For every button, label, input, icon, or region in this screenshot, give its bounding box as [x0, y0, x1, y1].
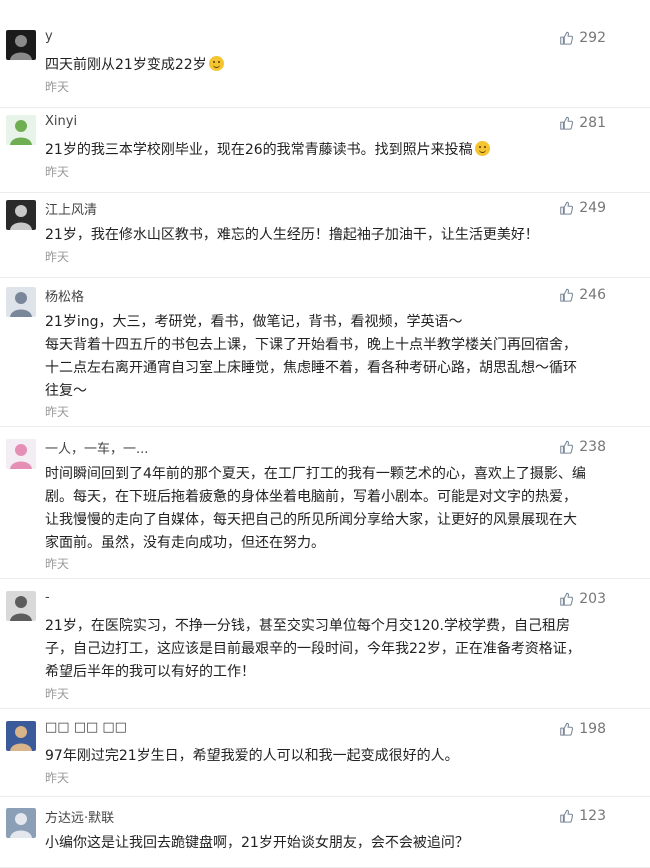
comment-line: 让我慢慢的走向了自媒体，每天把自己的所见所闻分享给大家，让更好的风景展现在大 — [45, 509, 605, 532]
avatar[interactable] — [6, 287, 36, 317]
comment-text: 21岁ing，大三，考研党，看书，做笔记，背书，看视频，学英语～ 每天背着十四五斤… — [45, 311, 605, 403]
avatar[interactable] — [6, 439, 36, 469]
like-button[interactable]: 292 — [559, 30, 606, 46]
username-link[interactable]: 江上风清 — [45, 199, 97, 218]
username-link[interactable]: Xinyi — [45, 114, 77, 129]
thumbs-up-icon — [559, 592, 574, 606]
comment-line-text: 21岁，在医院实习，不挣一分钱，甚至交实习单位每个月交120.学校学费，自己租房 — [45, 618, 570, 634]
comment-line-text: 时间瞬间回到了4年前的那个夏天，在工厂打工的我有一颗艺术的心，喜欢上了摄影、编 — [45, 466, 586, 482]
comment-line: 往复～ — [45, 380, 605, 403]
comment-text: 时间瞬间回到了4年前的那个夏天，在工厂打工的我有一颗艺术的心，喜欢上了摄影、编剧… — [45, 463, 605, 555]
username-link[interactable]: 方达远·默联 — [45, 807, 114, 826]
thumbs-up-icon — [559, 722, 574, 736]
thumbs-up-icon — [559, 116, 574, 130]
like-count: 246 — [579, 287, 606, 303]
comment-line-text: 家面前。虽然，没有走向成功，但还在努力。 — [45, 535, 325, 551]
avatar[interactable] — [6, 591, 36, 621]
avatar[interactable] — [6, 200, 36, 230]
comment-item: 一人，一车，一... 238 时间瞬间回到了4年前的那个夏天，在工厂打工的我有一颗艺… — [0, 439, 650, 579]
comment-line-text: 97年刚过完21岁生日，希望我爱的人可以和我一起变成很好的人。 — [45, 748, 459, 764]
comment-line-text: 每天背着十四五斤的书包去上课，下课了开始看书，晚上十点半教学楼关门再回宿舍， — [45, 337, 577, 353]
comment-item: 方达远·默联 123 小编你这是让我回去跪键盘啊，21岁开始谈女朋友，会不会被追问？ — [0, 808, 650, 868]
comment-line: 时间瞬间回到了4年前的那个夏天，在工厂打工的我有一颗艺术的心，喜欢上了摄影、编 — [45, 463, 605, 486]
comment-line-text: 21岁，我在修水山区教书，难忘的人生经历！撸起袖子加油干，让生活更美好！ — [45, 227, 539, 243]
comment-text: 97年刚过完21岁生日，希望我爱的人可以和我一起变成很好的人。 — [45, 745, 605, 768]
thumbs-up-icon — [559, 440, 574, 454]
comment-line-text: 让我慢慢的走向了自媒体，每天把自己的所见所闻分享给大家，让更好的风景展现在大 — [45, 512, 577, 528]
comment-line: 小编你这是让我回去跪键盘啊，21岁开始谈女朋友，会不会被追问？ — [45, 832, 605, 855]
like-count: 198 — [579, 721, 606, 737]
like-button[interactable]: 249 — [559, 200, 606, 216]
username-link[interactable]: 一人，一车，一... — [45, 438, 148, 457]
comment-line-text: 21岁ing，大三，考研党，看书，做笔记，背书，看视频，学英语～ — [45, 314, 463, 330]
thumbs-up-icon — [559, 809, 574, 823]
like-count: 281 — [579, 115, 606, 131]
like-button[interactable]: 246 — [559, 287, 606, 303]
like-button[interactable]: 238 — [559, 439, 606, 455]
username-link[interactable]: □□ □□ □□ — [45, 720, 127, 735]
like-button[interactable]: 198 — [559, 721, 606, 737]
smile-emoji-icon — [474, 141, 490, 156]
comment-text: 21岁的我三本学校刚毕业，现在26的我常青藤读书。找到照片来投稿 — [45, 139, 605, 162]
comment-item: Xinyi 281 21岁的我三本学校刚毕业，现在26的我常青藤读书。找到照片来投稿… — [0, 114, 650, 193]
comment-line-text: 21岁的我三本学校刚毕业，现在26的我常青藤读书。找到照片来投稿 — [45, 142, 473, 158]
comment-line: 十二点左右离开通宵自习室上床睡觉，焦虑睡不着，看各种考研心路，胡思乱想～循环 — [45, 357, 605, 380]
comment-line: 21岁，我在修水山区教书，难忘的人生经历！撸起袖子加油干，让生活更美好！ — [45, 224, 605, 247]
avatar[interactable] — [6, 30, 36, 60]
comment-time: 昨天 — [45, 405, 70, 419]
comment-line: 希望后半年的我可以有好的工作！ — [45, 661, 605, 684]
thumbs-up-icon — [559, 288, 574, 302]
comment-line: 21岁的我三本学校刚毕业，现在26的我常青藤读书。找到照片来投稿 — [45, 139, 605, 162]
comment-line: 21岁，在医院实习，不挣一分钱，甚至交实习单位每个月交120.学校学费，自己租房 — [45, 615, 605, 638]
comment-item: y 292 四天前刚从21岁变成22岁 昨天 — [0, 29, 650, 108]
comment-line-text: 子，自己边打工，这应该是目前最艰辛的一段时间，今年我22岁，正在准备考资格证， — [45, 641, 581, 657]
like-count: 292 — [579, 30, 606, 46]
comment-line: 子，自己边打工，这应该是目前最艰辛的一段时间，今年我22岁，正在准备考资格证， — [45, 638, 605, 661]
avatar[interactable] — [6, 115, 36, 145]
thumbs-up-icon — [559, 31, 574, 45]
comment-time: 昨天 — [45, 80, 70, 94]
comment-line-text: 剧。每天，在下班后拖着疲惫的身体坐着电脑前，写着小剧本。可能是对文字的热爱， — [45, 489, 577, 505]
comment-line-text: 四天前刚从21岁变成22岁 — [45, 57, 207, 73]
comment-line-text: 往复～ — [45, 383, 87, 399]
comment-text: 四天前刚从21岁变成22岁 — [45, 54, 605, 77]
comment-line-text: 十二点左右离开通宵自习室上床睡觉，焦虑睡不着，看各种考研心路，胡思乱想～循环 — [45, 360, 577, 376]
comment-text: 21岁，在医院实习，不挣一分钱，甚至交实习单位每个月交120.学校学费，自己租房… — [45, 615, 605, 684]
comment-time: 昨天 — [45, 165, 70, 179]
comment-line-text: 小编你这是让我回去跪键盘啊，21岁开始谈女朋友，会不会被追问？ — [45, 835, 469, 851]
comment-line-text: 希望后半年的我可以有好的工作！ — [45, 664, 255, 680]
like-button[interactable]: 123 — [559, 808, 606, 824]
comment-item: - 203 21岁，在医院实习，不挣一分钱，甚至交实习单位每个月交120.学校学费，… — [0, 590, 650, 709]
comment-line: 21岁ing，大三，考研党，看书，做笔记，背书，看视频，学英语～ — [45, 311, 605, 334]
comment-line: 四天前刚从21岁变成22岁 — [45, 54, 605, 77]
avatar[interactable] — [6, 721, 36, 751]
thumbs-up-icon — [559, 201, 574, 215]
comment-line: 家面前。虽然，没有走向成功，但还在努力。 — [45, 532, 605, 555]
like-count: 123 — [579, 808, 606, 824]
comment-line: 剧。每天，在下班后拖着疲惫的身体坐着电脑前，写着小剧本。可能是对文字的热爱， — [45, 486, 605, 509]
username-link[interactable]: 杨松格 — [45, 286, 84, 305]
comment-time: 昨天 — [45, 771, 70, 785]
like-count: 249 — [579, 200, 606, 216]
comment-time: 昨天 — [45, 687, 70, 701]
comment-text: 21岁，我在修水山区教书，难忘的人生经历！撸起袖子加油干，让生活更美好！ — [45, 224, 605, 247]
comment-item: □□ □□ □□ 198 97年刚过完21岁生日，希望我爱的人可以和我一起变成很好的… — [0, 720, 650, 797]
username-link[interactable]: y — [45, 29, 53, 44]
like-button[interactable]: 203 — [559, 591, 606, 607]
smile-emoji-icon — [208, 56, 224, 71]
like-button[interactable]: 281 — [559, 115, 606, 131]
comment-time: 昨天 — [45, 557, 70, 571]
comment-line: 97年刚过完21岁生日，希望我爱的人可以和我一起变成很好的人。 — [45, 745, 605, 768]
comment-item: 杨松格 246 21岁ing，大三，考研党，看书，做笔记，背书，看视频，学英语～ 每天… — [0, 287, 650, 427]
like-count: 203 — [579, 591, 606, 607]
like-count: 238 — [579, 439, 606, 455]
comment-text: 小编你这是让我回去跪键盘啊，21岁开始谈女朋友，会不会被追问？ — [45, 832, 605, 855]
username-link[interactable]: - — [45, 590, 50, 605]
comment-time: 昨天 — [45, 250, 70, 264]
comment-line: 每天背着十四五斤的书包去上课，下课了开始看书，晚上十点半教学楼关门再回宿舍， — [45, 334, 605, 357]
avatar[interactable] — [6, 808, 36, 838]
comment-item: 江上风清 249 21岁，我在修水山区教书，难忘的人生经历！撸起袖子加油干，让生活更… — [0, 200, 650, 278]
